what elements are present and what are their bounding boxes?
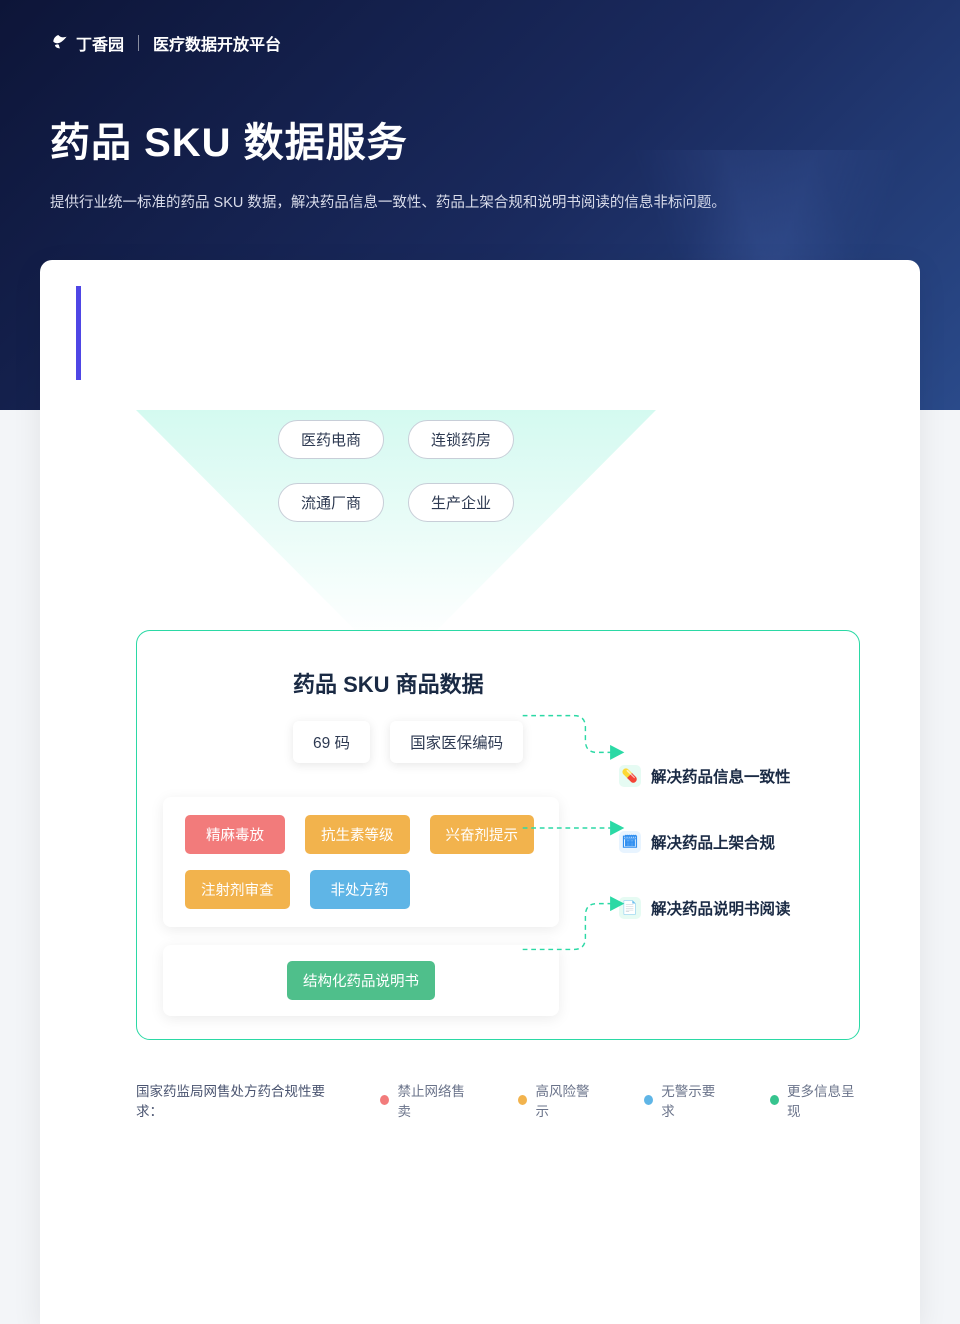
code-pill: 69 码 <box>293 721 370 763</box>
accent-bar <box>76 286 81 380</box>
entity-pill: 医药电商 <box>278 420 384 459</box>
chip: 兴奋剂提示 <box>430 815 535 854</box>
chip: 非处方药 <box>310 870 410 909</box>
pill-icon: 💊 <box>619 765 641 787</box>
chip-block-1: 精麻毒放 抗生素等级 兴奋剂提示 注射剂审查 非处方药 <box>163 797 559 927</box>
benefit-item: 📄 解决药品说明书阅读 <box>619 897 839 919</box>
logo-icon <box>50 30 70 55</box>
top-entities: 医药电商 连锁药房 流通厂商 生产企业 <box>136 420 656 522</box>
brand-divider <box>138 35 139 51</box>
benefit-text: 解决药品说明书阅读 <box>651 897 791 919</box>
dot-icon <box>644 1095 653 1105</box>
benefit-item: 🗓 解决药品上架合规 <box>619 831 839 853</box>
entity-pill: 流通厂商 <box>278 483 384 522</box>
platform-name: 医疗数据开放平台 <box>153 31 281 55</box>
sku-zone: 药品 SKU 商品数据 69 码 国家医保编码 精麻毒放 抗生素等级 兴奋剂提示… <box>136 630 860 1040</box>
document-icon: 📄 <box>619 897 641 919</box>
sku-zone-title: 药品 SKU 商品数据 <box>293 667 833 699</box>
benefit-text: 解决药品上架合规 <box>651 831 775 853</box>
dot-icon <box>518 1095 527 1105</box>
entity-pill: 生产企业 <box>408 483 514 522</box>
benefit-text: 解决药品信息一致性 <box>651 765 791 787</box>
dot-icon <box>770 1095 779 1105</box>
chip-block-2: 结构化药品说明书 <box>163 945 559 1016</box>
legend-item: 更多信息呈现 <box>770 1080 860 1120</box>
dot-icon <box>380 1095 389 1105</box>
legend-item: 禁止网络售卖 <box>380 1080 470 1120</box>
content-card: 医药电商 连锁药房 流通厂商 生产企业 药品 SKU 商品数据 69 码 国家医… <box>40 260 920 1324</box>
page-title: 药品 SKU 数据服务 <box>50 110 910 168</box>
legend-item: 无警示要求 <box>644 1080 722 1120</box>
benefits-list: 💊 解决药品信息一致性 🗓 解决药品上架合规 📄 解决药品说明书阅读 <box>619 737 839 947</box>
chip: 精麻毒放 <box>185 815 285 854</box>
legend-item: 高风险警示 <box>518 1080 596 1120</box>
brand-name: 丁香园 <box>76 31 124 55</box>
code-pill: 国家医保编码 <box>390 721 523 763</box>
legend-title: 国家药监局网售处方药合规性要求： <box>136 1080 332 1120</box>
chip: 结构化药品说明书 <box>287 961 435 1000</box>
chip: 注射剂审查 <box>185 870 290 909</box>
page-subtitle: 提供行业统一标准的药品 SKU 数据，解决药品信息一致性、药品上架合规和说明书阅… <box>50 190 910 216</box>
calendar-icon: 🗓 <box>619 831 641 853</box>
entity-pill: 连锁药房 <box>408 420 514 459</box>
legend: 国家药监局网售处方药合规性要求： 禁止网络售卖 高风险警示 无警示要求 更多信息… <box>136 1080 860 1120</box>
chip: 抗生素等级 <box>305 815 410 854</box>
brand-bar: 丁香园 医疗数据开放平台 <box>50 30 910 55</box>
benefit-item: 💊 解决药品信息一致性 <box>619 765 839 787</box>
